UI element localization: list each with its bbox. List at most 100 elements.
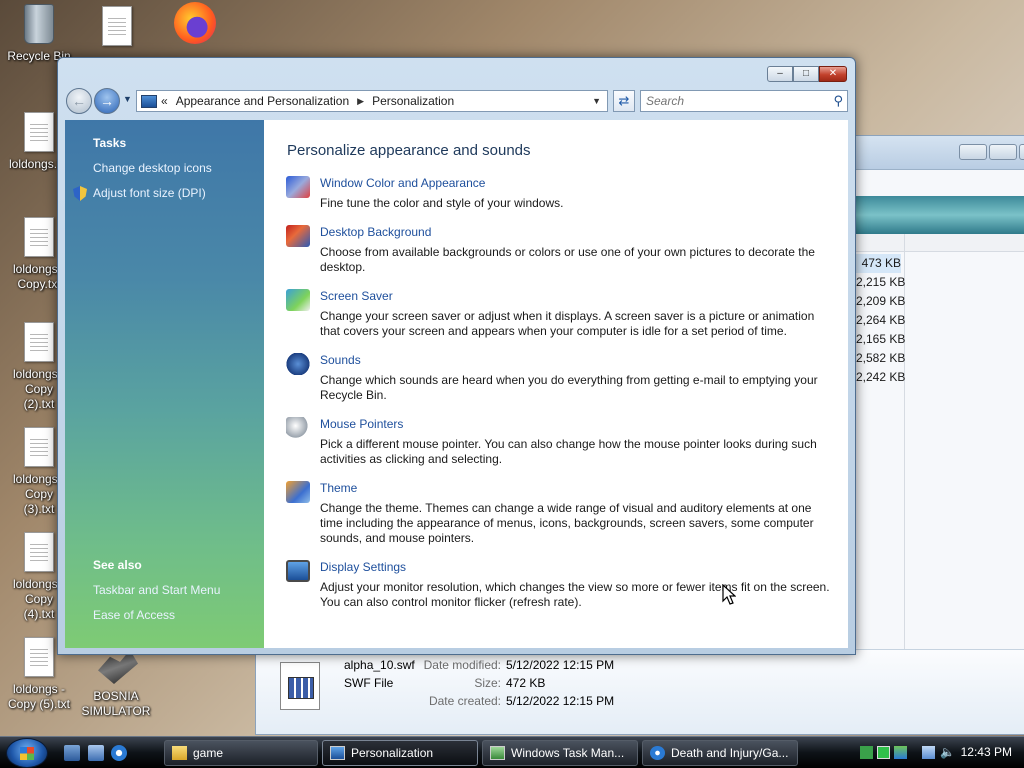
option-description: Pick a different mouse pointer. You can … xyxy=(320,437,817,466)
details-size: 472 KB xyxy=(506,676,546,690)
background-close-button[interactable] xyxy=(1019,144,1024,160)
desktop-icon-label: loldongs - Copy (5).txt xyxy=(7,682,70,711)
size-column: 473 KB 2,215 KB 2,209 KB 2,264 KB 2,165 … xyxy=(856,254,905,387)
option-title-link[interactable]: Window Color and Appearance xyxy=(320,176,485,190)
option-description: Change which sounds are heard when you d… xyxy=(320,373,818,402)
navigation-bar: ← → ▼ « Appearance and Personalization ▶… xyxy=(66,88,848,114)
tasks-heading: Tasks xyxy=(93,136,127,150)
maximize-button[interactable]: □ xyxy=(793,66,819,82)
close-button[interactable]: ✕ xyxy=(819,66,847,82)
option-title-link[interactable]: Sounds xyxy=(320,353,361,367)
tray-app-icon[interactable] xyxy=(877,746,890,759)
sidebar-link-change-desktop-icons[interactable]: Change desktop icons xyxy=(93,161,212,175)
search-box[interactable]: ⚲ xyxy=(640,90,848,112)
window-controls: – □ ✕ xyxy=(767,66,847,82)
option-title-link[interactable]: Screen Saver xyxy=(320,289,393,303)
swf-file-icon xyxy=(280,662,320,710)
sidebar-link-adjust-font-size[interactable]: Adjust font size (DPI) xyxy=(93,186,206,200)
page-title: Personalize appearance and sounds xyxy=(287,142,531,159)
background-maximize-button[interactable] xyxy=(989,144,1017,160)
taskbar-button-game[interactable]: game xyxy=(164,740,318,766)
forward-button[interactable]: → xyxy=(94,88,120,114)
text-file-icon xyxy=(21,112,57,154)
bosnia-simulator-icon xyxy=(98,650,138,692)
tray-monitor-icon[interactable] xyxy=(922,746,935,759)
size-cell[interactable]: 2,165 KB xyxy=(856,330,905,349)
size-cell[interactable]: 2,264 KB xyxy=(856,311,905,330)
desktop-icon-firefox[interactable] xyxy=(156,2,234,51)
option-title-link[interactable]: Mouse Pointers xyxy=(320,417,403,431)
size-cell[interactable]: 2,209 KB xyxy=(856,292,905,311)
text-file-icon xyxy=(99,6,135,48)
display-settings-icon[interactable] xyxy=(286,560,310,582)
sounds-icon[interactable] xyxy=(286,353,310,375)
size-cell[interactable]: 2,215 KB xyxy=(856,273,905,292)
mouse-cursor-icon xyxy=(722,584,736,605)
uac-shield-icon xyxy=(73,186,87,201)
details-date-modified: 5/12/2022 12:15 PM xyxy=(506,658,615,672)
size-cell[interactable]: 2,242 KB xyxy=(856,368,905,387)
details-date-modified-label: Date modified: xyxy=(423,658,501,672)
mouse-pointers-icon[interactable] xyxy=(286,417,310,439)
internet-explorer-icon[interactable] xyxy=(111,745,127,761)
desktop-icon-recycle-bin[interactable]: Recycle Bin xyxy=(0,4,78,64)
sidebar-link-ease-of-access[interactable]: Ease of Access xyxy=(93,608,175,622)
option-title-link[interactable]: Display Settings xyxy=(320,560,406,574)
option-title-link[interactable]: Theme xyxy=(320,481,357,495)
minimize-button[interactable]: – xyxy=(767,66,793,82)
desktop-background-icon[interactable] xyxy=(286,225,310,247)
screen-saver-icon[interactable] xyxy=(286,289,310,311)
option-description: Fine tune the color and style of your wi… xyxy=(320,196,564,210)
option-description: Choose from available backgrounds or col… xyxy=(320,245,815,274)
recent-pages-dropdown-icon[interactable]: ▼ xyxy=(123,94,132,104)
breadcrumb-personalization[interactable]: Personalization xyxy=(372,94,454,108)
taskbar-button-browser[interactable]: Death and Injury/Ga... xyxy=(642,740,798,766)
size-cell[interactable]: 2,582 KB xyxy=(856,349,905,368)
option-description: Change the theme. Themes can change a wi… xyxy=(320,501,814,545)
size-cell[interactable]: 473 KB xyxy=(856,254,901,273)
background-minimize-button[interactable] xyxy=(959,144,987,160)
desktop-icon-document[interactable] xyxy=(78,6,156,51)
task-manager-icon xyxy=(490,746,505,760)
start-button[interactable] xyxy=(6,738,48,768)
theme-icon[interactable] xyxy=(286,481,310,503)
desktop-icon-label: BOSNIA SIMULATOR xyxy=(81,689,151,718)
back-button[interactable]: ← xyxy=(66,88,92,114)
taskbar: game Personalization Windows Task Man...… xyxy=(0,736,1024,768)
show-desktop-icon[interactable] xyxy=(64,745,80,761)
breadcrumb-appearance-and-personalization[interactable]: Appearance and Personalization xyxy=(176,94,349,108)
text-file-icon xyxy=(21,322,57,364)
tray-status-icon[interactable] xyxy=(894,746,907,759)
refresh-icon: ⇄ xyxy=(618,93,630,108)
address-dropdown-icon[interactable]: ▼ xyxy=(592,96,601,106)
window-color-icon[interactable] xyxy=(286,176,310,198)
back-arrow-icon: ← xyxy=(72,93,86,109)
sidebar-link-taskbar-start-menu[interactable]: Taskbar and Start Menu xyxy=(93,583,220,597)
tray-volume-muted-icon[interactable]: 🔈 xyxy=(940,746,955,759)
control-panel-icon xyxy=(141,94,157,108)
option-description: Change your screen saver or adjust when … xyxy=(320,309,815,338)
recycle-bin-icon xyxy=(21,4,57,46)
folder-icon xyxy=(172,746,187,760)
personalization-window[interactable]: – □ ✕ ← → ▼ « Appearance and Personaliza… xyxy=(57,57,856,655)
address-bar[interactable]: « Appearance and Personalization ▶ Perso… xyxy=(136,90,608,112)
search-icon[interactable]: ⚲ xyxy=(833,93,843,109)
switch-windows-icon[interactable] xyxy=(88,745,104,761)
control-panel-icon xyxy=(330,746,345,760)
taskbar-clock[interactable]: 12:43 PM xyxy=(961,745,1012,759)
search-input[interactable] xyxy=(641,91,821,111)
details-date-created-label: Date created: xyxy=(428,694,501,708)
browser-icon xyxy=(650,746,665,760)
breadcrumb-overflow[interactable]: « xyxy=(161,94,168,108)
taskbar-button-task-manager[interactable]: Windows Task Man... xyxy=(482,740,638,766)
option-title-link[interactable]: Desktop Background xyxy=(320,225,431,239)
taskbar-button-label: Windows Task Man... xyxy=(511,746,625,760)
details-size-label: Size: xyxy=(474,676,501,690)
desktop-icon-bosnia-simulator[interactable]: BOSNIA SIMULATOR xyxy=(77,644,155,719)
option-description: Adjust your monitor resolution, which ch… xyxy=(320,580,830,609)
tray-network-icon[interactable] xyxy=(860,746,873,759)
refresh-button[interactable]: ⇄ xyxy=(613,90,635,112)
taskbar-button-personalization[interactable]: Personalization xyxy=(322,740,478,766)
firefox-icon xyxy=(173,2,217,48)
breadcrumb-separator-icon[interactable]: ▶ xyxy=(357,96,364,107)
